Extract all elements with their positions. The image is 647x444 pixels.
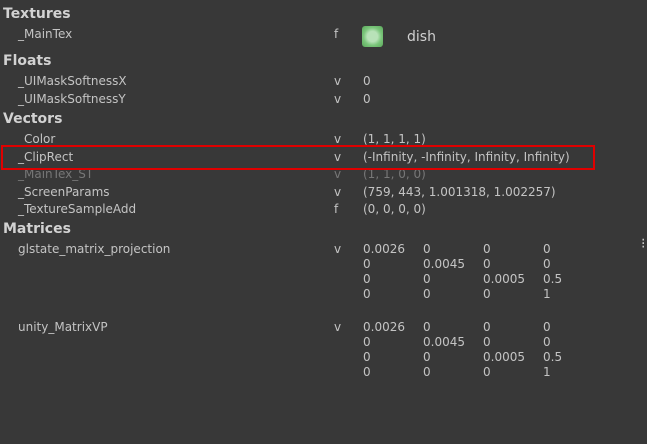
prop-name-softness-y: _UIMaskSoftnessY — [18, 92, 126, 106]
prop-type-softness-x: v — [334, 74, 342, 88]
matrix-cell: 0 — [423, 365, 431, 379]
prop-type-matrix-vp: v — [334, 320, 342, 334]
matrix-cell: 0 — [423, 242, 431, 256]
matrix-cell: 0 — [543, 257, 551, 271]
prop-name-screenparams: _ScreenParams — [18, 185, 110, 199]
matrix-cell: 0 — [423, 350, 431, 364]
matrix-cell: 0 — [423, 272, 431, 286]
textures-section-title: Textures — [3, 6, 71, 22]
prop-value-screenparams: (759, 443, 1.001318, 1.002257) — [363, 185, 556, 199]
matrix-cell: 0.0005 — [483, 350, 525, 364]
prop-type-texturesampleadd: f — [334, 202, 339, 216]
floats-section-title: Floats — [3, 53, 52, 69]
cliprect-highlight-box — [1, 145, 595, 170]
prop-type-maintex: f — [334, 27, 339, 41]
texture-thumbnail[interactable] — [362, 26, 383, 47]
matrix-cell: 0.0045 — [423, 335, 465, 349]
vectors-section-title: Vectors — [3, 111, 63, 127]
matrices-section-title: Matrices — [3, 221, 71, 237]
matrix-cell: 0 — [363, 350, 371, 364]
matrix-cell: 1 — [543, 365, 551, 379]
prop-type-softness-y: v — [334, 92, 342, 106]
matrix-cell: 0 — [363, 272, 371, 286]
matrix-cell: 0 — [543, 320, 551, 334]
matrix-cell: 1 — [543, 287, 551, 301]
matrix-cell: 0 — [363, 287, 371, 301]
prop-name-maintex: _MainTex — [18, 27, 73, 41]
matrix-cell: 0 — [483, 320, 491, 334]
matrix-cell: 0 — [483, 242, 491, 256]
matrix-cell: 0 — [363, 335, 371, 349]
texture-name: dish — [407, 29, 436, 45]
prop-value-texturesampleadd: (0, 0, 0, 0) — [363, 202, 426, 216]
panel-edge-resize-icon[interactable]: ⁝ — [641, 236, 645, 252]
prop-name-color: _Color — [18, 132, 56, 146]
matrix-cell: 0 — [363, 257, 371, 271]
prop-name-texturesampleadd: _TextureSampleAdd — [18, 202, 137, 216]
matrix-cell: 0 — [543, 335, 551, 349]
matrix-cell: 0 — [423, 287, 431, 301]
prop-name-projection-matrix: glstate_matrix_projection — [18, 242, 171, 256]
prop-type-projection-matrix: v — [334, 242, 342, 256]
matrix-cell: 0 — [483, 335, 491, 349]
matrix-cell: 0 — [483, 365, 491, 379]
matrix-cell: 0 — [483, 257, 491, 271]
matrix-cell: 0 — [423, 320, 431, 334]
matrix-cell: 0 — [363, 365, 371, 379]
prop-type-color: v — [334, 132, 342, 146]
prop-type-screenparams: v — [334, 185, 342, 199]
prop-value-color: (1, 1, 1, 1) — [363, 132, 426, 146]
matrix-cell: 0.0026 — [363, 242, 405, 256]
prop-value-softness-x: 0 — [363, 74, 371, 88]
matrix-cell: 0.5 — [543, 350, 563, 364]
prop-name-matrix-vp: unity_MatrixVP — [18, 320, 108, 334]
matrix-cell: 0 — [543, 242, 551, 256]
matrix-cell: 0 — [483, 287, 491, 301]
matrix-cell: 0.5 — [543, 272, 563, 286]
matrix-cell: 0.0045 — [423, 257, 465, 271]
matrix-cell: 0.0005 — [483, 272, 525, 286]
matrix-cell: 0.0026 — [363, 320, 405, 334]
prop-value-softness-y: 0 — [363, 92, 371, 106]
prop-name-softness-x: _UIMaskSoftnessX — [18, 74, 127, 88]
